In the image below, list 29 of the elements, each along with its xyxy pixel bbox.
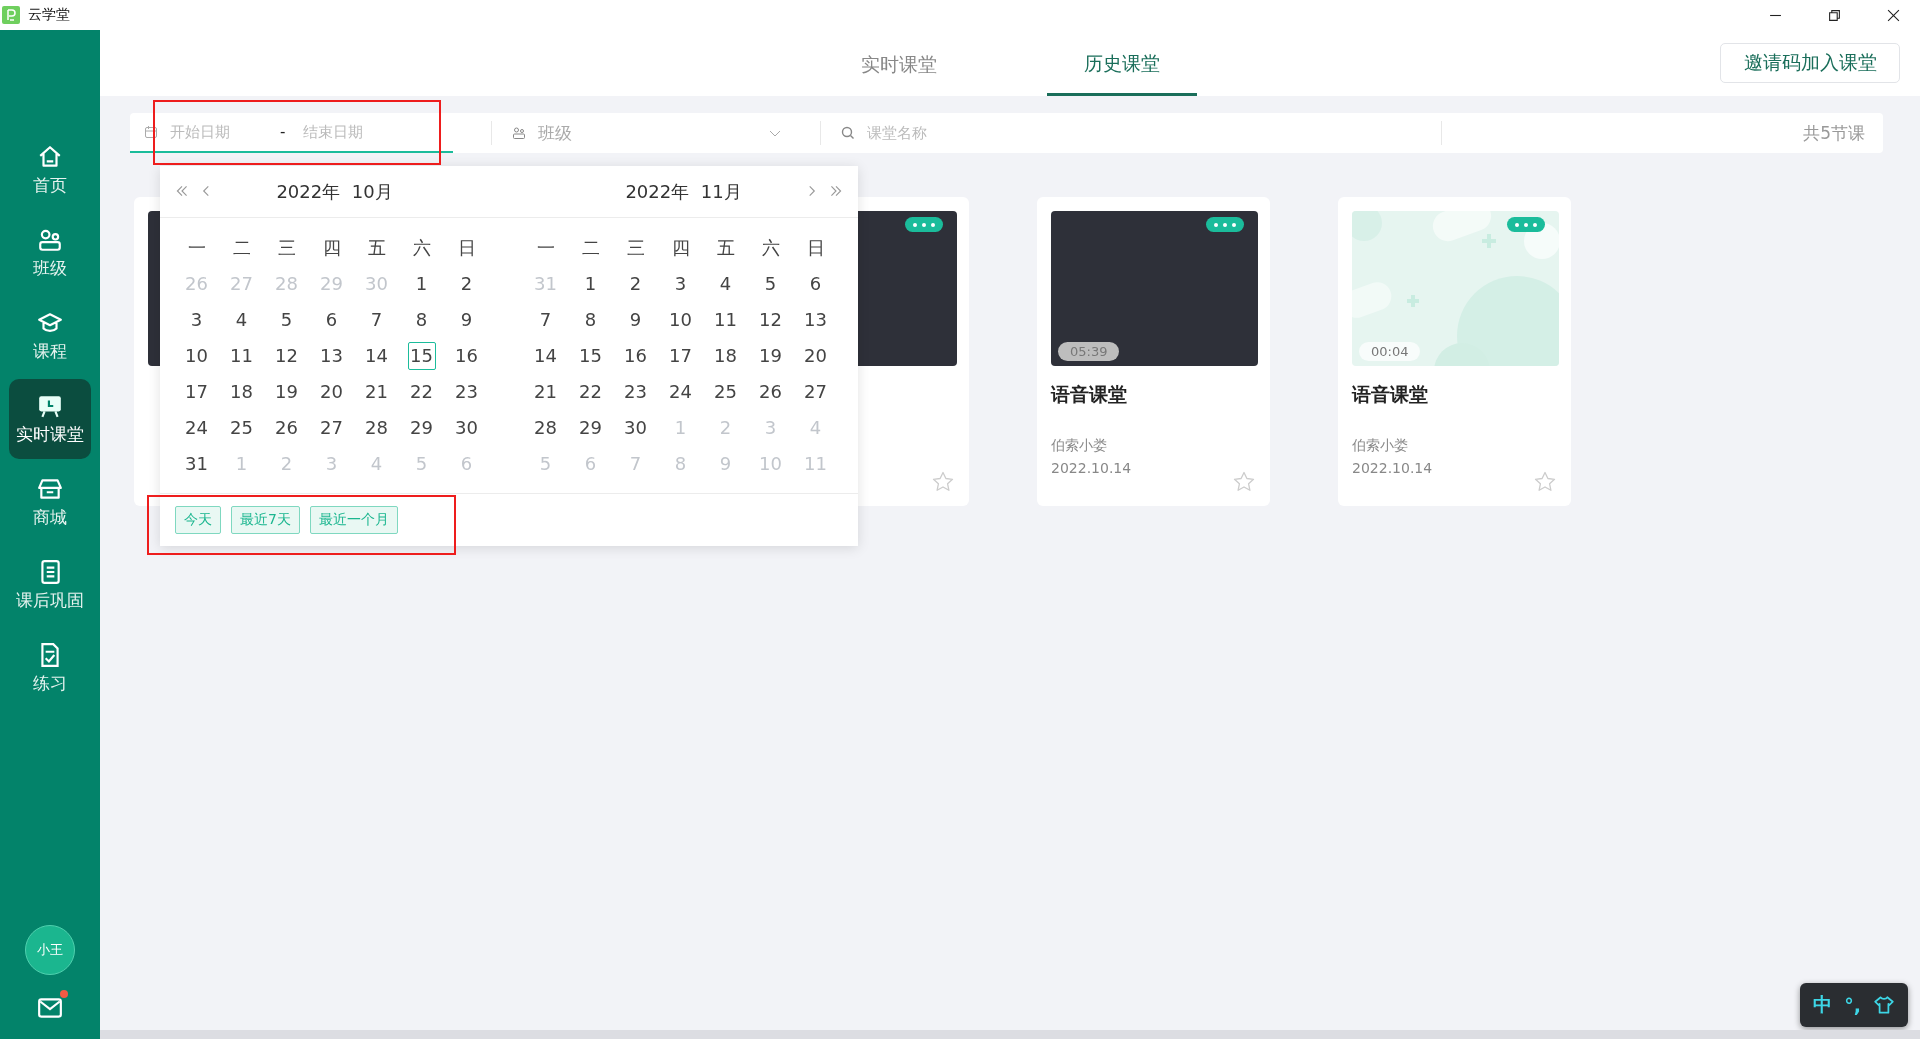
weekday-label: 一 — [186, 236, 207, 260]
weekday-label: 日 — [805, 236, 826, 260]
weekday-label: 四 — [321, 236, 342, 260]
duration-badge: 00:04 — [1359, 342, 1421, 361]
weekday-label: 二 — [580, 236, 601, 260]
weekday-label: 六 — [411, 236, 432, 260]
month-title: 2022年 10月 — [276, 179, 393, 204]
weekday-label: 三 — [276, 236, 297, 260]
end-date-placeholder: 结束日期 — [303, 122, 364, 142]
duration-badge: 05:39 — [1058, 342, 1120, 361]
course-title: 语音课堂 — [1352, 382, 1429, 407]
month-title: 2022年 11月 — [625, 179, 742, 204]
weekday-label: 六 — [760, 236, 781, 260]
weekday-label: 四 — [670, 236, 691, 260]
weekday-label: 三 — [625, 236, 646, 260]
course-count: 共5节课 — [1803, 121, 1865, 145]
range-separator: - — [280, 123, 286, 141]
window-title: 云学堂 — [28, 6, 70, 24]
weekday-label: 一 — [535, 236, 556, 260]
teacher-name: 伯索小娄 — [1051, 436, 1108, 455]
weekday-label: 日 — [456, 236, 477, 260]
course-date: 2022.10.14 — [1051, 459, 1133, 478]
weekday-label: 五 — [715, 236, 736, 260]
start-date-placeholder: 开始日期 — [170, 122, 230, 142]
course-date: 2022.10.14 — [1352, 459, 1434, 478]
weekday-label: 五 — [366, 236, 387, 260]
course-title: 语音课堂 — [1051, 382, 1128, 407]
teacher-name: 伯索小娄 — [1352, 436, 1409, 455]
weekday-label: 二 — [231, 236, 252, 260]
